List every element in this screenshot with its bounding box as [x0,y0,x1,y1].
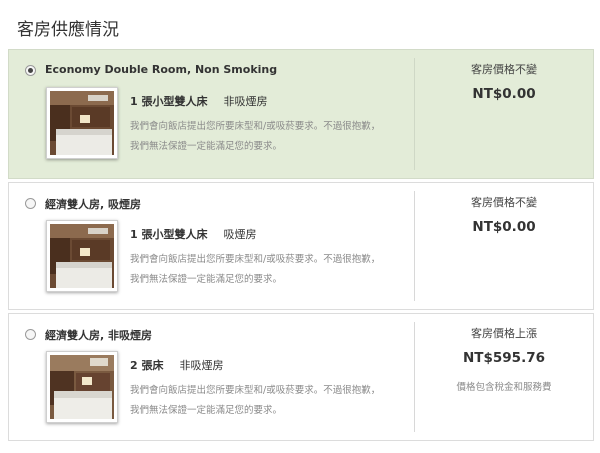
price-note: 價格包含稅金和服務費 [456,382,552,393]
room-details: Economy Double Room, Non Smoking 1 張小型雙人… [9,50,414,178]
bed-type: 1 張小型雙人床 [130,95,208,108]
price-column: 客房價格不變 NT$0.00 [415,183,593,309]
room-photo-image [50,91,114,155]
room-name: 經濟雙人房, 非吸煙房 [45,329,153,342]
price-column: 客房價格不變 NT$0.00 [415,50,593,178]
room-option[interactable]: Economy Double Room, Non Smoking 1 張小型雙人… [8,49,594,179]
price-amount: NT$595.76 [463,350,545,366]
price-status: 客房價格不變 [471,196,537,209]
smoking-type: 吸煙房 [223,228,257,241]
room-name: Economy Double Room, Non Smoking [45,63,278,76]
request-note-line-1: 我們會向飯店提出您所要床型和/或吸菸要求。不過很抱歉， [130,254,381,265]
price-status: 客房價格不變 [471,63,537,76]
price-amount: NT$0.00 [472,86,536,102]
room-photo-image [50,224,114,288]
room-option[interactable]: 經濟雙人房, 吸煙房 1 張小型雙人床 吸煙房 我們會向飯店提出您所要床型和/或吸… [8,182,594,310]
smoking-type: 非吸煙房 [179,359,224,372]
room-details: 經濟雙人房, 吸煙房 1 張小型雙人床 吸煙房 我們會向飯店提出您所要床型和/或吸… [9,183,414,309]
smoking-type: 非吸煙房 [223,95,268,108]
request-note-line-2: 我們無法保證一定能滿足您的要求。 [130,141,283,152]
room-photo-image [50,355,114,419]
request-note-line-2: 我們無法保證一定能滿足您的要求。 [130,274,283,285]
request-note-line-2: 我們無法保證一定能滿足您的要求。 [130,405,283,416]
request-note-line-1: 我們會向飯店提出您所要床型和/或吸菸要求。不過很抱歉， [130,121,381,132]
room-details: 經濟雙人房, 非吸煙房 2 張床 非吸煙房 我們會向飯店提出您所要床型和/或吸菸要… [9,314,414,440]
room-photo[interactable] [46,351,118,423]
price-column: 客房價格上漲 NT$595.76 價格包含稅金和服務費 [415,314,593,440]
section-title: 客房供應情況 [17,20,119,40]
bed-info: 2 張床 非吸煙房 [130,357,223,373]
room-radio-button[interactable] [25,198,36,209]
room-photo[interactable] [46,87,118,159]
bed-type: 2 張床 [130,359,164,372]
request-note-line-1: 我們會向飯店提出您所要床型和/或吸菸要求。不過很抱歉， [130,385,381,396]
room-option[interactable]: 經濟雙人房, 非吸煙房 2 張床 非吸煙房 我們會向飯店提出您所要床型和/或吸菸要… [8,313,594,441]
room-radio-button[interactable] [25,65,36,76]
price-status: 客房價格上漲 [471,327,537,340]
price-amount: NT$0.00 [472,219,536,235]
bed-info: 1 張小型雙人床 吸煙房 [130,226,256,242]
room-name: 經濟雙人房, 吸煙房 [45,198,142,211]
room-photo[interactable] [46,220,118,292]
bed-info: 1 張小型雙人床 非吸煙房 [130,93,267,109]
room-radio-button[interactable] [25,329,36,340]
bed-type: 1 張小型雙人床 [130,228,208,241]
